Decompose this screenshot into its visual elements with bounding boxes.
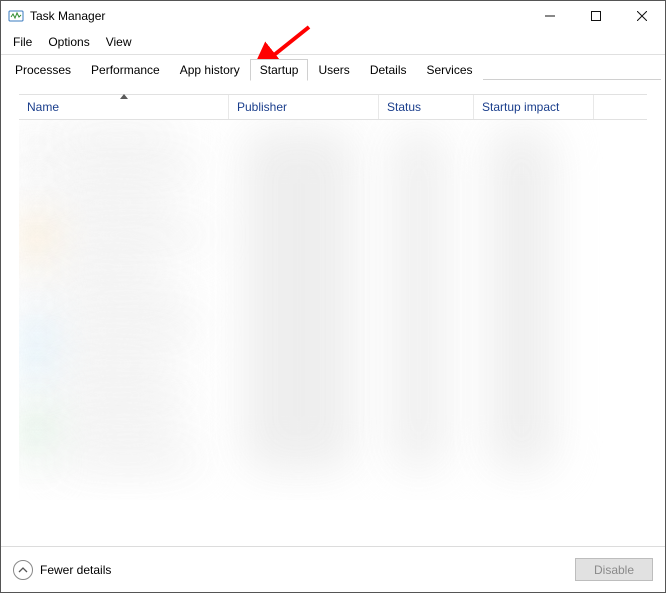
- column-header-publisher[interactable]: Publisher: [229, 95, 379, 119]
- column-header-label: Name: [27, 100, 59, 114]
- footer-bar: Fewer details Disable: [1, 546, 665, 592]
- tab-details[interactable]: Details: [360, 59, 417, 80]
- maximize-button[interactable]: [573, 1, 619, 31]
- window-title: Task Manager: [24, 9, 105, 23]
- fewer-details-label: Fewer details: [40, 563, 111, 577]
- sort-ascending-icon: [120, 94, 128, 99]
- tab-services[interactable]: Services: [417, 59, 483, 80]
- tab-app-history[interactable]: App history: [170, 59, 250, 80]
- startup-items-list[interactable]: [19, 120, 647, 500]
- column-header-row: Name Publisher Status Startup impact: [19, 94, 647, 120]
- minimize-button[interactable]: [527, 1, 573, 31]
- menu-file[interactable]: File: [5, 33, 40, 51]
- tab-performance[interactable]: Performance: [81, 59, 170, 80]
- menu-separator: [1, 54, 665, 55]
- column-header-status[interactable]: Status: [379, 95, 474, 119]
- fewer-details-button[interactable]: Fewer details: [13, 560, 111, 580]
- tab-processes[interactable]: Processes: [5, 59, 81, 80]
- column-header-label: Status: [387, 100, 421, 114]
- column-header-label: Startup impact: [482, 100, 559, 114]
- tab-startup[interactable]: Startup: [250, 59, 309, 81]
- tab-users[interactable]: Users: [308, 59, 359, 80]
- column-header-label: Publisher: [237, 100, 287, 114]
- chevron-up-icon: [13, 560, 33, 580]
- menu-bar: File Options View: [1, 31, 665, 54]
- menu-view[interactable]: View: [98, 33, 140, 51]
- tab-content: Name Publisher Status Startup impact: [1, 80, 665, 500]
- title-bar: Task Manager: [1, 1, 665, 31]
- task-manager-icon: [8, 8, 24, 24]
- column-header-name[interactable]: Name: [19, 95, 229, 119]
- menu-options[interactable]: Options: [40, 33, 97, 51]
- disable-button[interactable]: Disable: [575, 558, 653, 581]
- tab-strip: Processes Performance App history Startu…: [1, 59, 665, 80]
- column-header-spacer: [594, 95, 647, 119]
- close-button[interactable]: [619, 1, 665, 31]
- column-header-startup-impact[interactable]: Startup impact: [474, 95, 594, 119]
